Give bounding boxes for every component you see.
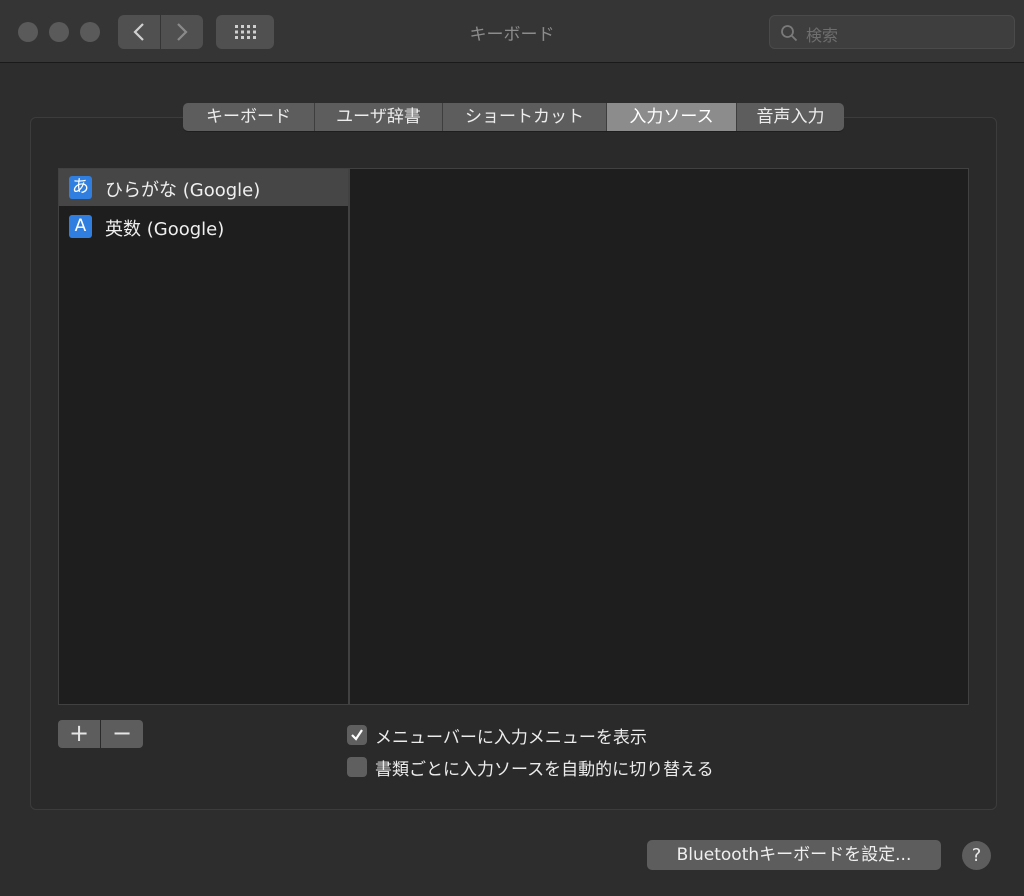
search-field[interactable]: 検索: [769, 15, 1015, 49]
list-item-label: 英数 (Google): [105, 219, 225, 240]
tab-keyboard[interactable]: キーボード: [183, 103, 314, 131]
list-item-label: ひらがな (Google): [105, 180, 261, 201]
input-source-list[interactable]: あ ひらがな (Google) A 英数 (Google): [58, 168, 349, 705]
show-input-menu-option[interactable]: メニューバーに入力メニューを表示: [347, 724, 647, 748]
search-placeholder: 検索: [806, 26, 839, 45]
show-input-menu-checkbox[interactable]: [347, 725, 367, 745]
input-source-detail-pane: [349, 168, 969, 705]
tab-input-sources[interactable]: 入力ソース: [606, 103, 736, 131]
auto-switch-label: 書類ごとに入力ソースを自動的に切り替える: [375, 759, 714, 780]
search-icon: [781, 25, 798, 42]
list-item-hiragana[interactable]: あ ひらがな (Google): [59, 169, 348, 206]
tab-bar: キーボード ユーザ辞書 ショートカット 入力ソース 音声入力: [183, 103, 844, 131]
setup-bluetooth-keyboard-button[interactable]: Bluetoothキーボードを設定...: [647, 840, 941, 870]
help-button[interactable]: ?: [962, 841, 991, 870]
list-item-alphanumeric[interactable]: A 英数 (Google): [59, 208, 348, 245]
alphanumeric-input-icon: A: [69, 215, 92, 238]
hiragana-input-icon: あ: [69, 176, 92, 199]
auto-switch-checkbox[interactable]: [347, 757, 367, 777]
remove-input-source-button[interactable]: −: [101, 720, 143, 748]
show-input-menu-label: メニューバーに入力メニューを表示: [375, 727, 647, 748]
title-bar: キーボード 検索: [0, 0, 1024, 63]
checkmark-icon: [351, 729, 363, 741]
tab-shortcuts[interactable]: ショートカット: [442, 103, 606, 131]
tab-user-dictionary[interactable]: ユーザ辞書: [314, 103, 442, 131]
tab-dictation[interactable]: 音声入力: [736, 103, 844, 131]
add-input-source-button[interactable]: +: [58, 720, 100, 748]
auto-switch-option[interactable]: 書類ごとに入力ソースを自動的に切り替える: [347, 756, 714, 780]
